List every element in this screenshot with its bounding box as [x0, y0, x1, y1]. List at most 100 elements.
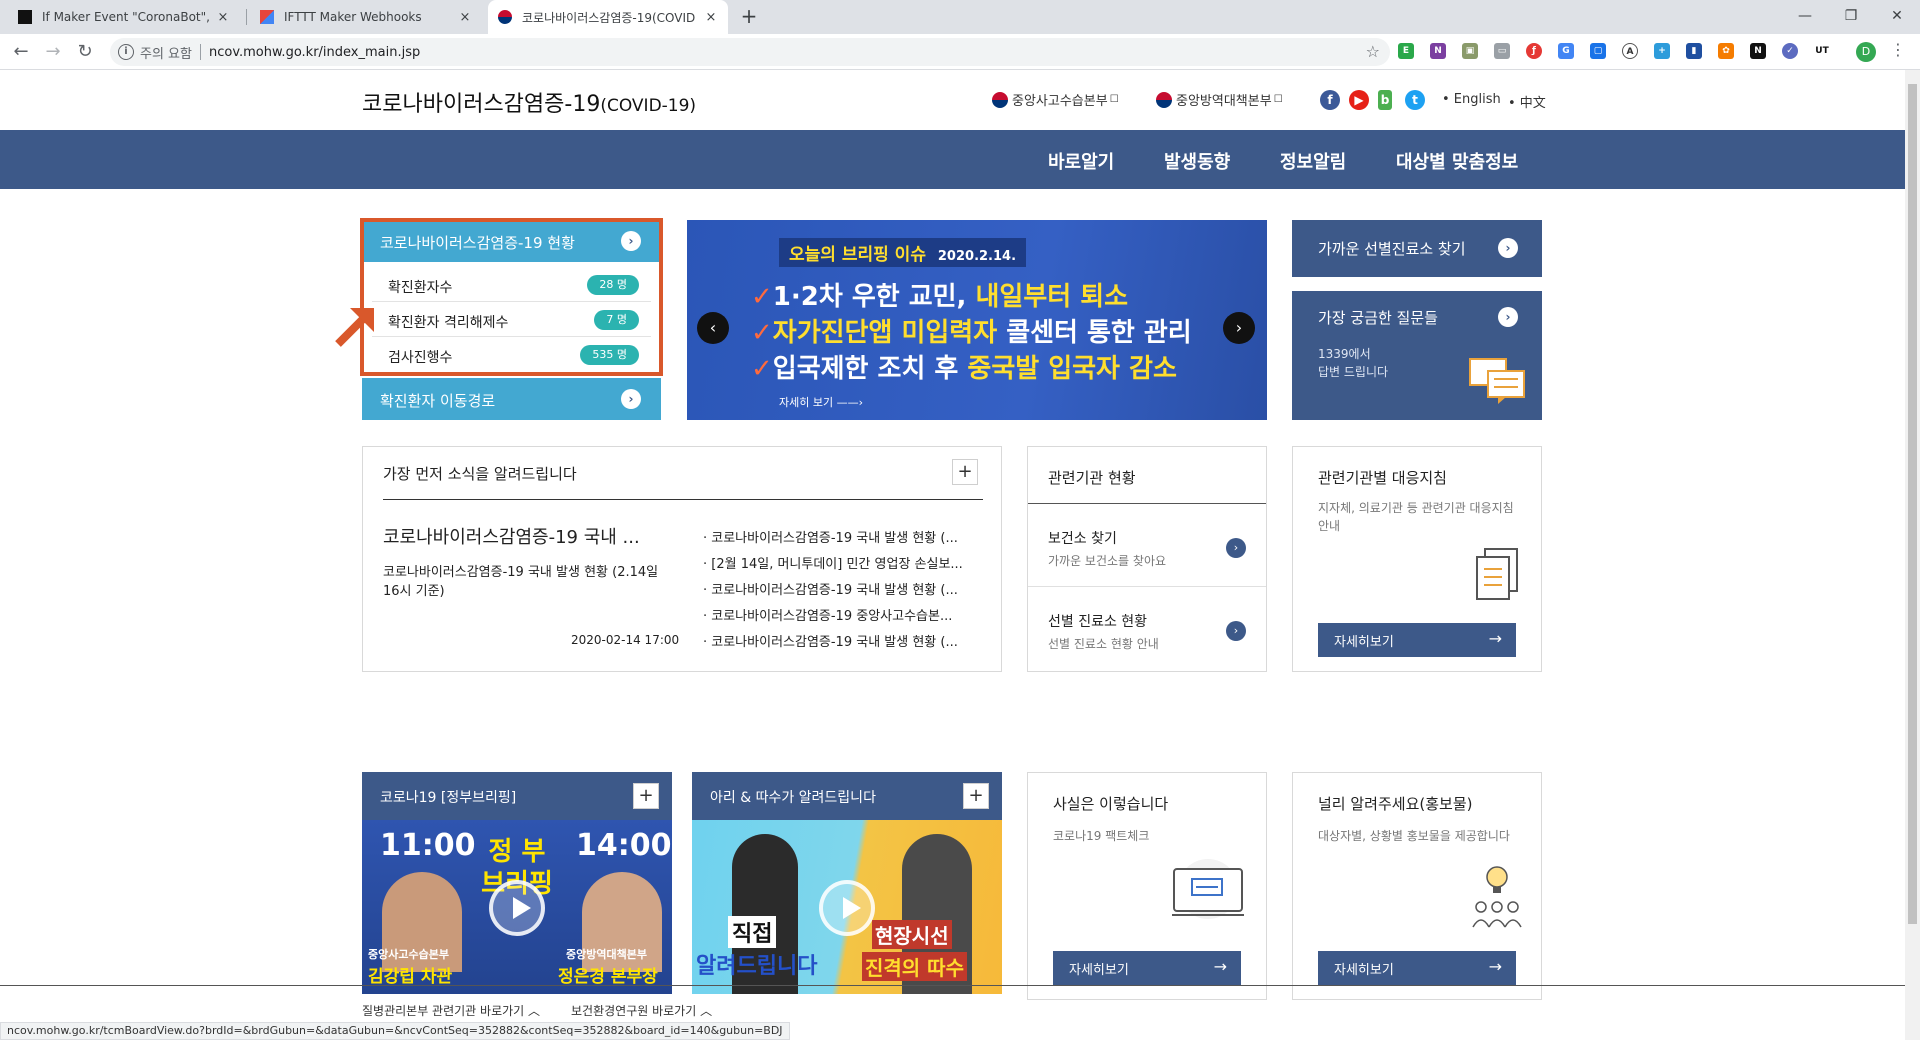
facebook-icon[interactable]: f — [1320, 90, 1340, 110]
screening-center-link[interactable]: 선별 진료소 현황 선별 진료소 현황 안내 › — [1028, 587, 1266, 671]
news-card: 가장 먼저 소식을 알려드립니다 + 코로나바이러스감염증-19 국내 ... … — [362, 446, 1002, 672]
menu-kebab-icon[interactable]: ⋮ — [1890, 40, 1906, 59]
briefing-time-1: 11:00 — [380, 828, 476, 863]
tab-ifttt-webhooks[interactable]: IFTTT Maker Webhooks × — [250, 0, 482, 34]
health-center-title: 보건소 찾기 — [1048, 531, 1117, 547]
nav-item-targeted[interactable]: 대상별 맞춤정보 — [1396, 148, 1518, 174]
briefing-video-card[interactable]: 코로나19 [정부브리핑] + 11:00 14:00 정 부 브리핑 중앙사고… — [362, 772, 672, 994]
health-center-link[interactable]: 보건소 찾기 가까운 보건소를 찾아요 › — [1028, 504, 1266, 586]
news-list-item[interactable]: · [2월 14일, 머니투데이] 민간 영업장 손실보... — [703, 553, 993, 572]
back-button[interactable]: ← — [8, 39, 34, 65]
nav-item-info[interactable]: 정보알림 — [1280, 148, 1346, 174]
briefing-thumbnail[interactable]: 11:00 14:00 정 부 브리핑 중앙사고수습본부 김강립 차관 중앙방역… — [362, 820, 672, 994]
nav-item-about[interactable]: 바로알기 — [1048, 148, 1114, 174]
screening-sub: 선별 진료소 현황 안내 — [1048, 637, 1159, 651]
ari-thumbnail[interactable]: 직접 알려드립니다 현장시선 진격의 따수 — [692, 820, 1002, 994]
briefing-title: 코로나19 [정부브리핑] — [380, 790, 517, 806]
ari-title: 아리 & 따수가 알려드립니다 — [710, 790, 876, 806]
new-tab-button[interactable]: + — [738, 6, 760, 28]
profile-avatar[interactable]: D — [1856, 42, 1876, 62]
pointer-arrow-icon — [335, 308, 374, 347]
briefing-more-button[interactable]: + — [633, 783, 659, 809]
factcheck-detail-button[interactable]: 자세히보기 → — [1053, 951, 1241, 985]
ut-extension-icon[interactable]: UT — [1814, 43, 1830, 59]
youtube-icon[interactable]: ▶ — [1349, 90, 1369, 110]
news-headline[interactable]: 코로나바이러스감염증-19 국내 ... — [383, 523, 640, 549]
info-icon[interactable]: i — [118, 44, 134, 60]
ari-video-card[interactable]: 아리 & 따수가 알려드립니다 + 직접 알려드립니다 현장시선 진격의 따수 — [692, 772, 1002, 994]
lang-english-link[interactable]: • English — [1442, 92, 1501, 107]
gov-link-cdsc[interactable]: 중앙사고수습본부 ☐ — [992, 90, 1119, 109]
plus-extension-icon[interactable]: + — [1654, 43, 1670, 59]
bookmark-star-icon[interactable]: ☆ — [1366, 42, 1380, 61]
flash-extension-icon[interactable]: ƒ — [1526, 43, 1542, 59]
evernote-extension-icon[interactable]: E — [1398, 43, 1414, 59]
address-bar[interactable]: i 주의 요함 ncov.mohw.go.kr/index_main.jsp ☆ — [110, 38, 1390, 66]
close-icon[interactable]: × — [216, 10, 230, 25]
close-window-button[interactable]: ✕ — [1882, 2, 1912, 30]
close-icon[interactable]: × — [704, 10, 718, 25]
forward-button[interactable]: → — [40, 39, 66, 65]
chevron-right-icon: › — [1498, 307, 1518, 327]
promo-card: 널리 알려주세요(홍보물) 대상자별, 상황별 홍보물을 제공합니다 자세히보기… — [1292, 772, 1542, 1000]
font-extension-icon[interactable]: A — [1622, 43, 1638, 59]
play-icon[interactable] — [489, 880, 545, 936]
image-extension-icon[interactable]: ▣ — [1462, 43, 1478, 59]
notion-extension-icon[interactable]: N — [1750, 43, 1766, 59]
ari-right-text-2: 진격의 따수 — [862, 952, 967, 981]
gov-link-label: 중앙방역대책본부 — [1176, 94, 1272, 109]
news-list-item[interactable]: · 코로나바이러스감염증-19 중앙사고수습본... — [703, 605, 993, 624]
footer-link-research[interactable]: 보건환경연구원 바로가기 ︿ — [571, 1002, 712, 1019]
webhooks-favicon-icon — [260, 10, 274, 24]
lang-chinese-link[interactable]: • 中文 — [1508, 92, 1546, 111]
faq-box[interactable]: 가장 궁금한 질문들 › 1339에서 답변 드립니다 — [1292, 291, 1542, 420]
promo-detail-button[interactable]: 자세히보기 → — [1318, 951, 1516, 985]
bookmark-extension-icon[interactable]: ▮ — [1686, 43, 1702, 59]
briefing-banner[interactable]: 오늘의 브리핑 이슈 2020.2.14. ✓1·2차 우한 교민, 내일부터 … — [687, 220, 1267, 420]
nav-item-trends[interactable]: 발생동향 — [1164, 148, 1230, 174]
check-extension-icon[interactable]: ✓ — [1782, 43, 1798, 59]
tab-covid[interactable]: 코로나바이러스감염증-19(COVID × — [488, 0, 728, 34]
play-icon[interactable] — [819, 880, 875, 936]
blog-icon[interactable]: b — [1378, 90, 1392, 110]
reload-button[interactable]: ↻ — [72, 39, 98, 65]
banner-more-link[interactable]: 자세히 보기 ——› — [779, 394, 863, 410]
url-text[interactable]: ncov.mohw.go.kr/index_main.jsp — [209, 45, 420, 60]
tab-ifttt-event[interactable]: If Maker Event "CoronaBot", the × — [8, 0, 240, 34]
footer-link-kcdc[interactable]: 질병관리본부 관련기관 바로가기 ︿ — [362, 1002, 540, 1019]
external-link-icon: ☐ — [1109, 94, 1119, 105]
ari-more-button[interactable]: + — [963, 783, 989, 809]
onenote-extension-icon[interactable]: N — [1430, 43, 1446, 59]
clinic-finder-button[interactable]: 가까운 선별진료소 찾기 › — [1292, 220, 1542, 277]
twitter-icon[interactable]: t — [1405, 90, 1425, 110]
close-icon[interactable]: × — [458, 10, 472, 25]
prev-slide-button[interactable]: ‹ — [697, 312, 729, 344]
site-title[interactable]: 코로나바이러스감염증-19(COVID-19) — [362, 86, 696, 118]
window-extension-icon[interactable]: ▢ — [1590, 43, 1606, 59]
minimize-button[interactable]: — — [1790, 2, 1820, 30]
news-more-button[interactable]: + — [952, 459, 978, 485]
guidelines-desc: 지자체, 의료기관 등 관련기관 대응지침 안내 — [1318, 501, 1514, 533]
chevron-right-icon: › — [1226, 538, 1246, 558]
news-list-item[interactable]: · 코로나바이러스감염증-19 국내 발생 현황 (... — [703, 527, 993, 546]
lightbulb-people-icon — [1472, 866, 1522, 928]
tab-label: 코로나바이러스감염증-19(COVID — [522, 10, 696, 25]
scrollbar-thumb[interactable] — [1908, 84, 1917, 924]
translate-extension-icon[interactable]: G — [1558, 43, 1574, 59]
puzzle-extension-icon[interactable]: ✿ — [1718, 43, 1734, 59]
screenshot-extension-icon[interactable]: ▭ — [1494, 43, 1510, 59]
patient-route-button[interactable]: 확진환자 이동경로 › — [362, 378, 661, 420]
news-list-item[interactable]: · 코로나바이러스감염증-19 국내 발생 현황 (... — [703, 579, 993, 598]
maximize-button[interactable]: ❐ — [1836, 2, 1866, 30]
next-slide-button[interactable]: › — [1223, 312, 1255, 344]
factcheck-desc: 코로나19 팩트체크 — [1053, 829, 1150, 843]
page-scrollbar[interactable] — [1905, 70, 1920, 1040]
news-list-item[interactable]: · 코로나바이러스감염증-19 국내 발생 현황 (... — [703, 631, 993, 650]
main-navigation: 바로알기 발생동향 정보알림 대상별 맞춤정보 — [0, 130, 1905, 189]
button-label: 자세히보기 — [1334, 963, 1394, 978]
tab-label: IFTTT Maker Webhooks — [284, 10, 422, 24]
button-label: 자세히보기 — [1069, 963, 1129, 978]
gov-link-cdcc[interactable]: 중앙방역대책본부 ☐ — [1156, 90, 1283, 109]
guidelines-detail-button[interactable]: 자세히보기 → — [1318, 623, 1516, 657]
guidelines-title: 관련기관별 대응지침 — [1318, 469, 1447, 487]
